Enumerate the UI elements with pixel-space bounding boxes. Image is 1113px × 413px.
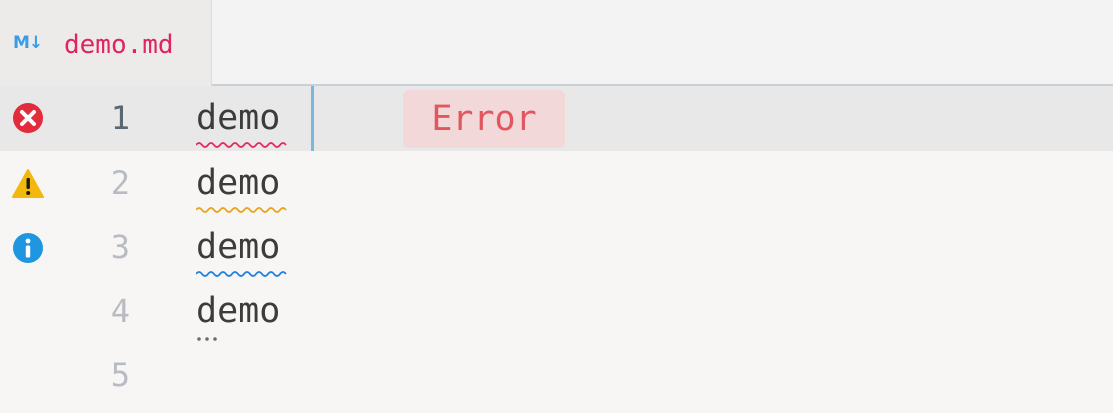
error-icon[interactable] [12,102,44,134]
info-squiggle [196,271,287,277]
line-number: 4 [110,292,130,330]
editor-line-4[interactable]: 4 demo [0,279,1113,343]
error-squiggle [196,142,287,148]
text-cursor [311,86,314,151]
tab-title: demo.md [64,30,174,60]
editor-line-5[interactable]: 5 [0,343,1113,407]
editor-line-1[interactable]: 1 demo Error [0,86,1113,151]
line-number: 1 [110,99,130,137]
editor[interactable]: 1 demo Error 2 demo 3 demo 4 demo 5 [0,86,1113,413]
info-icon[interactable] [12,232,44,264]
warning-icon[interactable] [12,168,44,200]
code-text[interactable]: demo [196,279,280,343]
editor-line-2[interactable]: 2 demo [0,151,1113,215]
warning-squiggle [196,207,287,213]
hint-dots [197,337,217,341]
inline-error-message: Error [403,90,565,148]
tab-bar: M↓ demo.md [0,0,1113,86]
editor-line-3[interactable]: 3 demo [0,215,1113,279]
line-number: 3 [110,228,130,266]
tab-demo-md[interactable]: M↓ demo.md [0,0,212,86]
markdown-icon: M↓ [13,33,43,53]
line-number: 2 [110,164,130,202]
line-number: 5 [110,356,130,394]
